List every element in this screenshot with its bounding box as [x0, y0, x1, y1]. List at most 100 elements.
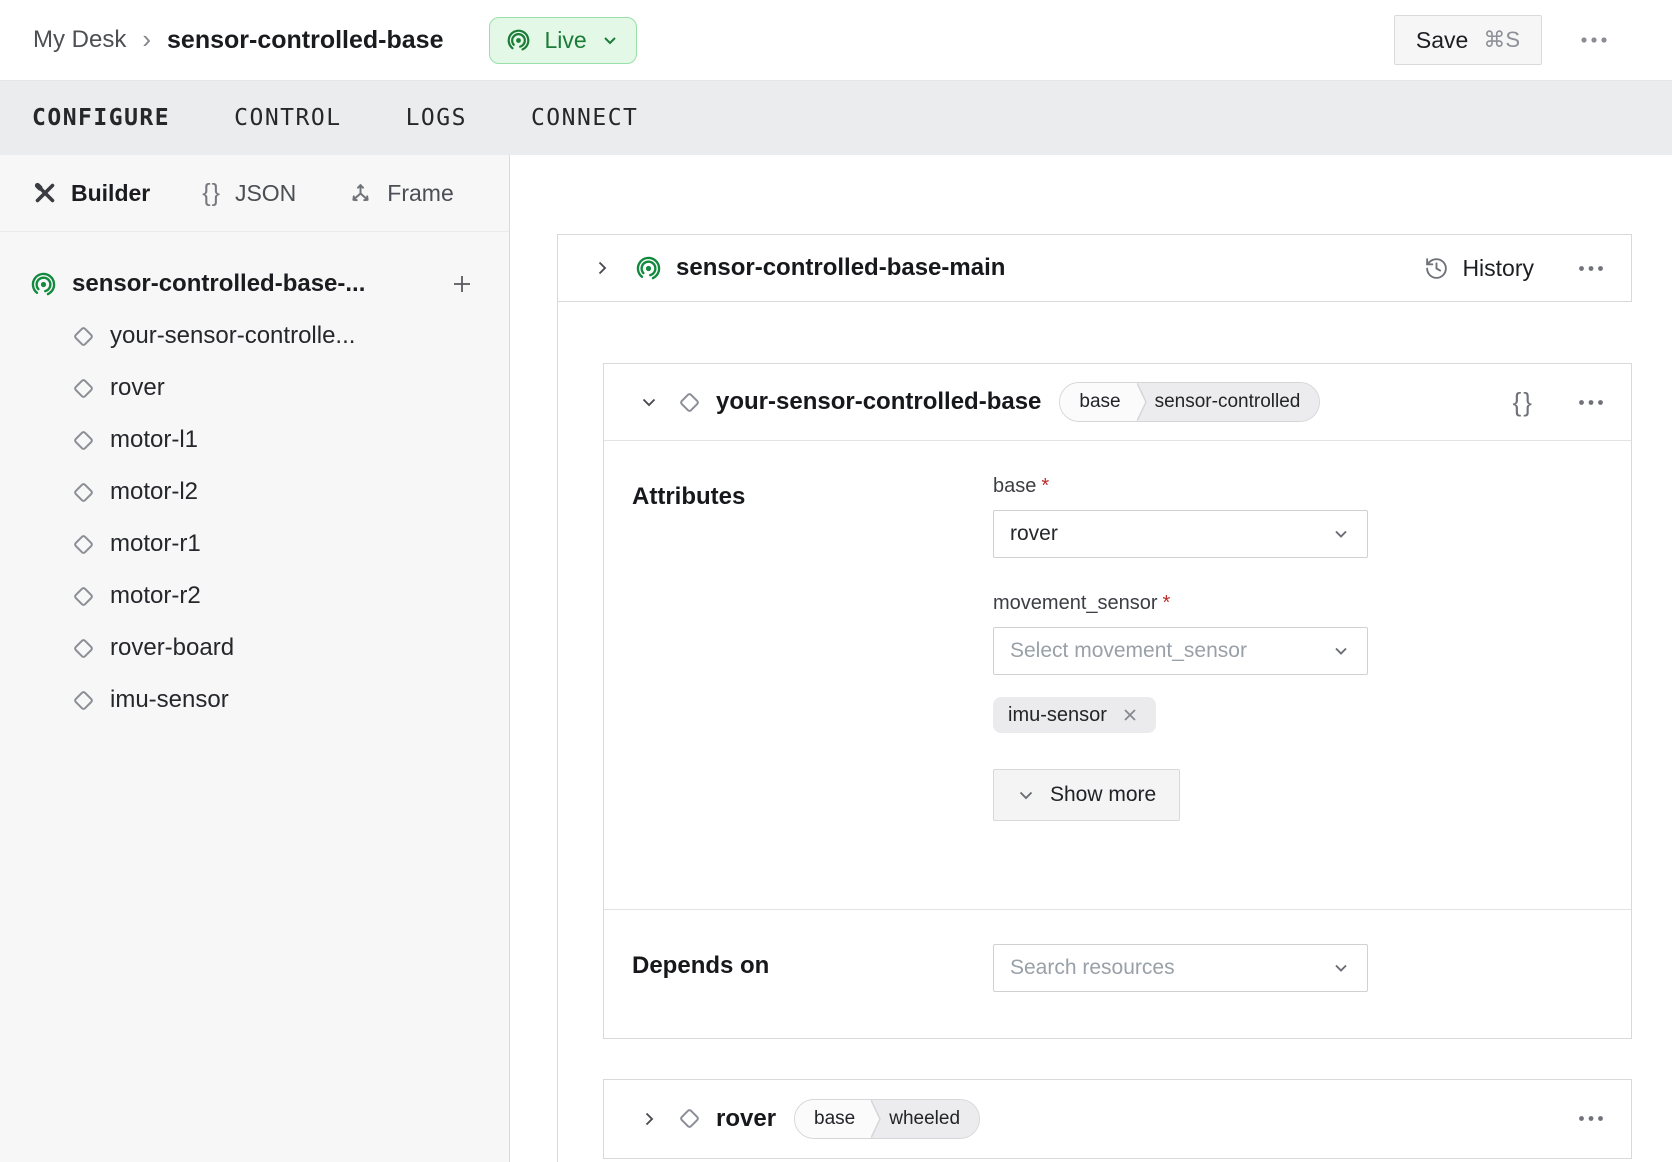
component-diamond-icon — [679, 391, 700, 412]
attributes-section: Attributes base* rover — [604, 441, 1631, 909]
mode-builder[interactable]: Builder — [33, 180, 150, 207]
rover-more-menu-button[interactable] — [1572, 1109, 1610, 1128]
required-asterisk: * — [1041, 475, 1049, 497]
add-resource-button[interactable] — [445, 267, 479, 301]
component-title: your-sensor-controlled-base — [716, 388, 1041, 416]
ellipsis-icon — [1580, 36, 1608, 44]
tree-item-motor-l2[interactable]: motor-l2 — [30, 466, 479, 518]
badge-model: sensor-controlled — [1149, 383, 1320, 421]
machine-part-actions: History — [1424, 255, 1610, 282]
show-more-button[interactable]: Show more — [993, 769, 1180, 821]
component-more-menu-button[interactable] — [1572, 393, 1610, 412]
component-diamond-icon — [73, 429, 94, 450]
chip-label: imu-sensor — [1008, 704, 1107, 727]
badge-type: base — [795, 1100, 871, 1138]
machine-part-more-menu-button[interactable] — [1572, 259, 1610, 278]
movement-sensor-field-label: movement_sensor* — [993, 592, 1368, 615]
component-diamond-icon — [73, 377, 94, 398]
collapse-component-button[interactable] — [640, 393, 658, 411]
rover-type-badge: base wheeled — [794, 1099, 980, 1139]
section-tab-bar: CONFIGURE CONTROL LOGS CONNECT — [0, 81, 1672, 155]
live-status-label: Live — [544, 27, 586, 54]
tree-item-motor-l1[interactable]: motor-l1 — [30, 414, 479, 466]
machine-part-title: sensor-controlled-base-main — [676, 254, 1005, 282]
topbar-more-menu-button[interactable] — [1574, 30, 1614, 50]
chip-imu-sensor: imu-sensor — [993, 697, 1156, 733]
expand-machine-part-button[interactable] — [593, 259, 611, 277]
history-button-label: History — [1462, 255, 1534, 282]
config-mode-switcher: Builder {} JSON Frame — [0, 155, 509, 232]
tools-icon — [33, 181, 57, 205]
movement-sensor-placeholder: Select movement_sensor — [1010, 639, 1331, 663]
depends-on-select[interactable]: Search resources — [993, 944, 1368, 992]
rover-actions — [1534, 1109, 1610, 1128]
component-card-your-sensor-controlled-base: your-sensor-controlled-base base sensor-… — [603, 363, 1632, 1039]
rover-card-header: rover base wheeled — [604, 1080, 1631, 1157]
save-button[interactable]: Save ⌘S — [1394, 15, 1542, 65]
content-area: Builder {} JSON Frame — [0, 155, 1672, 1162]
chevron-down-icon — [1331, 958, 1351, 978]
braces-icon: {} — [202, 179, 221, 208]
movement-sensor-select[interactable]: Select movement_sensor — [993, 627, 1368, 675]
base-field: base* rover — [993, 475, 1368, 558]
chevron-right-icon — [593, 259, 611, 277]
chevron-down-icon — [640, 393, 658, 411]
component-diamond-icon — [73, 637, 94, 658]
history-button[interactable]: History — [1424, 255, 1534, 282]
tab-configure[interactable]: CONFIGURE — [30, 99, 172, 137]
remove-chip-button[interactable] — [1119, 704, 1141, 726]
chevron-right-icon — [640, 1110, 658, 1128]
machine-config-page: My Desk › sensor-controlled-base Live Sa… — [0, 0, 1672, 1162]
chevron-down-icon — [1331, 641, 1351, 661]
depends-on-fields: Search resources — [993, 944, 1368, 992]
close-icon — [1121, 706, 1139, 724]
mode-frame-label: Frame — [387, 180, 453, 207]
machine-part-card-header: sensor-controlled-base-main History — [558, 235, 1631, 301]
save-shortcut: ⌘S — [1483, 27, 1520, 53]
mode-builder-label: Builder — [71, 180, 150, 207]
tab-logs[interactable]: LOGS — [404, 99, 469, 137]
viam-radio-icon — [30, 271, 57, 298]
badge-type: base — [1060, 383, 1136, 421]
expand-rover-button[interactable] — [640, 1110, 658, 1128]
mode-frame[interactable]: Frame — [348, 180, 453, 207]
depends-on-section: Depends on Search resources — [604, 910, 1631, 1038]
view-json-button[interactable]: {} — [1513, 387, 1534, 418]
base-field-label: base* — [993, 475, 1368, 498]
tree-item-your-sensor-controlled-base[interactable]: your-sensor-controlle... — [30, 310, 479, 362]
component-type-badge: base sensor-controlled — [1059, 382, 1320, 422]
tree-item-rover-board[interactable]: rover-board — [30, 622, 479, 674]
save-button-label: Save — [1416, 27, 1468, 54]
required-asterisk: * — [1163, 592, 1171, 614]
component-actions: {} — [1513, 387, 1610, 418]
resource-tree: sensor-controlled-base-... your-sensor-c… — [0, 232, 509, 726]
chevron-down-icon — [600, 30, 620, 50]
component-diamond-icon — [73, 585, 94, 606]
ellipsis-icon — [1578, 265, 1604, 272]
mode-json-label: JSON — [235, 180, 296, 207]
base-select[interactable]: rover — [993, 510, 1368, 558]
component-card-header: your-sensor-controlled-base base sensor-… — [604, 364, 1631, 441]
nested-resources-container: your-sensor-controlled-base base sensor-… — [557, 302, 1672, 1162]
chevron-down-icon — [1331, 524, 1351, 544]
machine-part-card: sensor-controlled-base-main History — [557, 234, 1632, 302]
attributes-fields: base* rover — [993, 475, 1368, 821]
breadcrumb-separator-icon: › — [142, 26, 151, 55]
tree-item-motor-r2[interactable]: motor-r2 — [30, 570, 479, 622]
badge-model: wheeled — [883, 1100, 979, 1138]
viam-radio-icon — [635, 255, 662, 282]
live-status-dropdown[interactable]: Live — [489, 17, 636, 64]
ellipsis-icon — [1578, 1115, 1604, 1122]
tree-item-rover[interactable]: rover — [30, 362, 479, 414]
tree-root-machine[interactable]: sensor-controlled-base-... — [30, 258, 479, 310]
breadcrumb-parent[interactable]: My Desk — [33, 26, 126, 54]
tree-item-imu-sensor[interactable]: imu-sensor — [30, 674, 479, 726]
tree-item-motor-r1[interactable]: motor-r1 — [30, 518, 479, 570]
config-main-panel: sensor-controlled-base-main History — [510, 155, 1672, 1162]
breadcrumb: My Desk › sensor-controlled-base — [33, 26, 443, 55]
mode-json[interactable]: {} JSON — [202, 179, 296, 208]
tab-control[interactable]: CONTROL — [232, 99, 343, 137]
tab-connect[interactable]: CONNECT — [529, 99, 640, 137]
tree-root-label: sensor-controlled-base-... — [72, 270, 430, 298]
plus-icon — [451, 273, 473, 295]
